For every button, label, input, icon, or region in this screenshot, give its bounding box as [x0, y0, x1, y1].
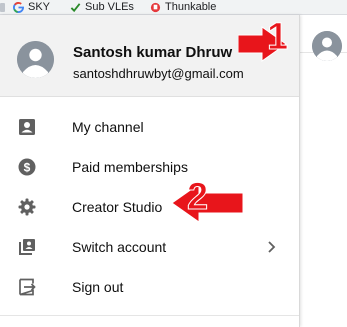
bookmark-partial[interactable] — [0, 0, 6, 14]
bookmarks-bar: SKY Sub VLEs Thunkable — [0, 0, 347, 15]
chevron-right-icon — [268, 241, 276, 253]
account-avatar-button[interactable] — [312, 31, 342, 61]
menu-item-sign-out[interactable]: Sign out — [0, 267, 299, 307]
menu-item-label: Switch account — [72, 239, 167, 255]
bookmark-sub-vles[interactable]: Sub VLEs — [70, 0, 134, 14]
bookmark-label: Thunkable — [165, 1, 217, 13]
menu-item-switch-account[interactable]: Switch account — [0, 227, 299, 267]
menu-divider — [0, 315, 299, 316]
annotation-number-1: 1 — [266, 16, 289, 58]
checkmark-icon — [70, 2, 81, 12]
thunkable-icon — [150, 2, 161, 12]
sign-out-icon — [19, 278, 36, 296]
account-email: santoshdhruwbyt@gmail.com — [73, 66, 244, 81]
google-icon — [13, 1, 24, 13]
gear-icon — [18, 198, 36, 216]
menu-item-label: Creator Studio — [72, 199, 163, 215]
account-avatar — [17, 41, 54, 78]
annotation-number-2: 2 — [186, 176, 209, 218]
menu-item-label: My channel — [72, 119, 144, 135]
svg-text:$: $ — [24, 161, 31, 175]
default-avatar-icon — [312, 31, 342, 61]
menu-item-paid-memberships[interactable]: $ Paid memberships — [0, 147, 299, 187]
bookmark-sky[interactable]: SKY — [13, 0, 50, 14]
switch-account-icon — [19, 239, 35, 255]
bookmark-label: Sub VLEs — [85, 1, 134, 13]
menu-item-my-channel[interactable]: My channel — [0, 107, 299, 147]
menu-item-label: Sign out — [72, 279, 124, 295]
account-name: Santosh kumar Dhruw — [73, 44, 233, 61]
account-box-icon — [19, 119, 35, 135]
menu-item-creator-studio[interactable]: Creator Studio — [0, 187, 299, 227]
bookmark-thunkable[interactable]: Thunkable — [150, 0, 216, 14]
default-avatar-icon — [17, 41, 54, 78]
page-background — [300, 15, 347, 327]
dollar-circle-icon: $ — [18, 158, 36, 176]
menu-item-label: Paid memberships — [72, 159, 188, 175]
bookmark-label: SKY — [28, 1, 51, 13]
folder-icon — [0, 2, 5, 12]
